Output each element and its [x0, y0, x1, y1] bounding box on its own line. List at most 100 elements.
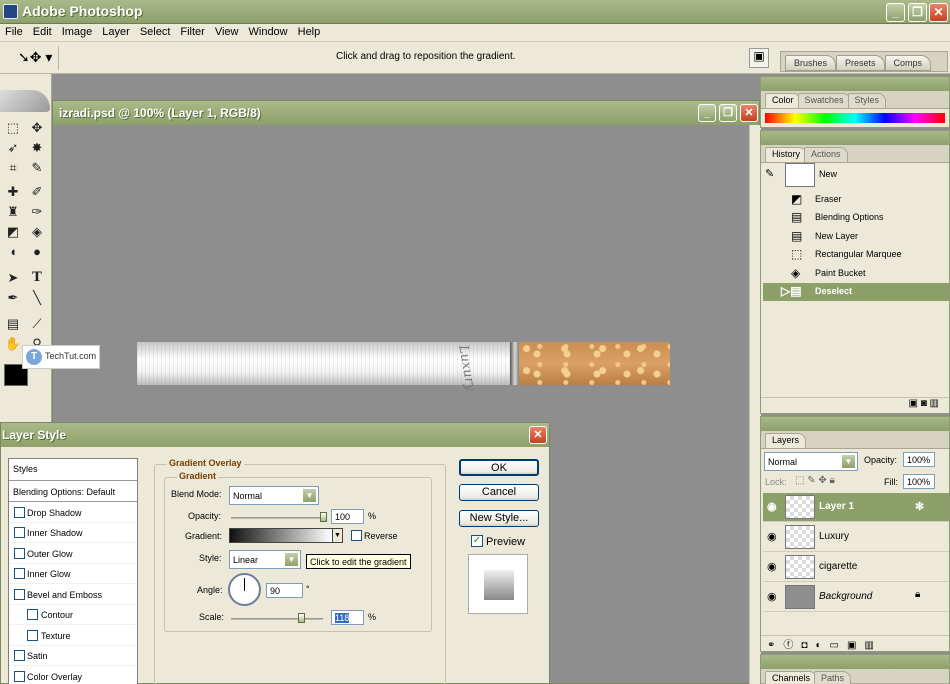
checkbox[interactable]: [27, 630, 38, 641]
scale-field[interactable]: 118: [331, 610, 364, 625]
menu-help[interactable]: Help: [293, 24, 326, 38]
checkbox[interactable]: [14, 568, 25, 579]
new-layer-icon[interactable]: ▣: [847, 640, 864, 651]
minimize-button[interactable]: _: [886, 3, 905, 22]
restore-button[interactable]: ❐: [908, 3, 927, 22]
layer-fill-field[interactable]: 100%: [903, 474, 935, 489]
effect-inner-glow[interactable]: Inner Glow: [9, 564, 137, 584]
checkbox[interactable]: [27, 609, 38, 620]
channels-panel-titlebar[interactable]: [761, 655, 949, 669]
tab-actions[interactable]: Actions: [804, 147, 848, 162]
gradient-picker-arrow-icon[interactable]: ▼: [332, 528, 343, 543]
slice-tool-icon[interactable]: ✎: [26, 158, 48, 178]
effect-color-overlay[interactable]: Color Overlay: [9, 667, 137, 684]
new-snapshot-icon[interactable]: ▣: [908, 398, 917, 409]
palette-tab-presets[interactable]: Presets: [836, 55, 885, 71]
gradient-swatch[interactable]: [229, 528, 333, 543]
notes-tool-icon[interactable]: ▤: [2, 314, 24, 334]
color-panel-titlebar[interactable]: [761, 77, 949, 91]
color-spectrum-ramp[interactable]: [765, 113, 945, 123]
checkbox[interactable]: [14, 527, 25, 538]
crop-tool-icon[interactable]: ⌗: [2, 158, 24, 178]
mask-icon[interactable]: ◘: [801, 640, 815, 651]
adjustment-icon[interactable]: ◐: [815, 640, 829, 651]
checkbox[interactable]: [14, 671, 25, 682]
layers-panel-titlebar[interactable]: [761, 417, 949, 431]
doc-maximize-button[interactable]: ❐: [719, 104, 737, 122]
history-item[interactable]: ◩ Eraser: [763, 191, 949, 209]
magic-wand-icon[interactable]: ✸: [26, 138, 48, 158]
trash-icon[interactable]: ▥: [930, 398, 939, 409]
tab-styles[interactable]: Styles: [847, 93, 887, 108]
eye-icon[interactable]: ◉: [767, 500, 777, 513]
effect-drop-shadow[interactable]: Drop Shadow: [9, 503, 137, 523]
move-tool-icon[interactable]: ✥: [26, 118, 48, 138]
history-item[interactable]: ⬚ Rectangular Marquee: [763, 246, 949, 264]
layer-row[interactable]: ◉ cigarette: [763, 553, 949, 582]
ok-button[interactable]: OK: [459, 459, 539, 476]
history-brush-source-icon[interactable]: ✎: [765, 167, 781, 183]
lock-icons[interactable]: ⬚ ✎ ✥ 🔒︎: [795, 475, 835, 486]
pen-tool-icon[interactable]: ✒: [2, 288, 24, 308]
eye-icon[interactable]: ◉: [767, 590, 777, 603]
checkbox[interactable]: [14, 589, 25, 600]
styles-header[interactable]: Styles: [9, 459, 137, 481]
tab-swatches[interactable]: Swatches: [797, 93, 851, 108]
reverse-checkbox[interactable]: [351, 530, 362, 541]
new-style-button[interactable]: New Style...: [459, 510, 539, 527]
hand-tool-icon[interactable]: ✋: [2, 334, 24, 354]
paint-bucket-icon[interactable]: ◈: [26, 222, 48, 242]
preview-checkbox[interactable]: ✓: [471, 535, 483, 547]
history-item[interactable]: ◈ Paint Bucket: [763, 265, 949, 283]
palette-tab-brushes[interactable]: Brushes: [785, 55, 837, 71]
effect-contour[interactable]: Contour: [9, 605, 137, 625]
angle-field[interactable]: 90: [266, 583, 303, 598]
tab-paths[interactable]: Paths: [814, 671, 852, 684]
layer-opacity-field[interactable]: 100%: [903, 452, 935, 467]
trash-icon[interactable]: ▥: [864, 640, 881, 651]
layer-row[interactable]: ◉ Luxury: [763, 523, 949, 552]
line-tool-icon[interactable]: ╲: [26, 288, 48, 308]
eye-icon[interactable]: ◉: [767, 530, 777, 543]
layer-row[interactable]: ◉ Background 🔒︎: [763, 583, 949, 612]
history-item-selected[interactable]: ▷▤ Deselect: [763, 283, 949, 301]
link-icon[interactable]: ⚭: [767, 640, 783, 651]
menu-view[interactable]: View: [210, 24, 244, 38]
tab-channels[interactable]: Channels: [765, 671, 818, 684]
type-tool-icon[interactable]: T: [26, 268, 48, 288]
menu-layer[interactable]: Layer: [97, 24, 135, 38]
opacity-slider-knob[interactable]: [320, 512, 327, 522]
history-item[interactable]: ▤ New Layer: [763, 228, 949, 246]
dialog-close-button[interactable]: ✕: [529, 426, 547, 444]
layer-row-selected[interactable]: ◉ Layer 1 ✻: [763, 493, 949, 522]
effect-bevel-emboss[interactable]: Bevel and Emboss: [9, 585, 137, 605]
history-panel-titlebar[interactable]: [761, 131, 949, 145]
style-select[interactable]: Linear ▼: [229, 550, 301, 569]
path-selection-icon[interactable]: ➤: [2, 268, 24, 288]
folder-icon[interactable]: ▭: [829, 640, 846, 651]
dodge-tool-icon[interactable]: ●: [26, 242, 48, 262]
angle-dial[interactable]: [228, 573, 261, 606]
opacity-field[interactable]: 100: [331, 509, 364, 524]
history-snapshot-thumb[interactable]: [785, 163, 815, 187]
fx-button-icon[interactable]: ⓕ: [783, 640, 801, 651]
blending-options-item[interactable]: Blending Options: Default: [9, 482, 137, 502]
tab-history[interactable]: History: [765, 147, 808, 162]
checkbox[interactable]: [14, 507, 25, 518]
effect-inner-shadow[interactable]: Inner Shadow: [9, 523, 137, 543]
layer-blend-mode-select[interactable]: Normal ▼: [764, 452, 858, 471]
opacity-slider-track[interactable]: [231, 517, 323, 519]
close-button[interactable]: ✕: [929, 3, 948, 22]
eraser-tool-icon[interactable]: ◩: [2, 222, 24, 242]
blur-tool-icon[interactable]: ◖: [2, 242, 24, 262]
menu-select[interactable]: Select: [135, 24, 176, 38]
scale-slider-track[interactable]: [231, 618, 323, 620]
healing-brush-icon[interactable]: ✚: [2, 182, 24, 202]
doc-minimize-button[interactable]: _: [698, 104, 716, 122]
tab-color[interactable]: Color: [765, 93, 801, 108]
cancel-button[interactable]: Cancel: [459, 484, 539, 501]
menu-image[interactable]: Image: [57, 24, 98, 38]
palette-tab-comps[interactable]: Comps: [884, 55, 932, 71]
blend-mode-select[interactable]: Normal ▼: [229, 486, 319, 505]
palette-well-icon[interactable]: ▣: [749, 48, 769, 68]
